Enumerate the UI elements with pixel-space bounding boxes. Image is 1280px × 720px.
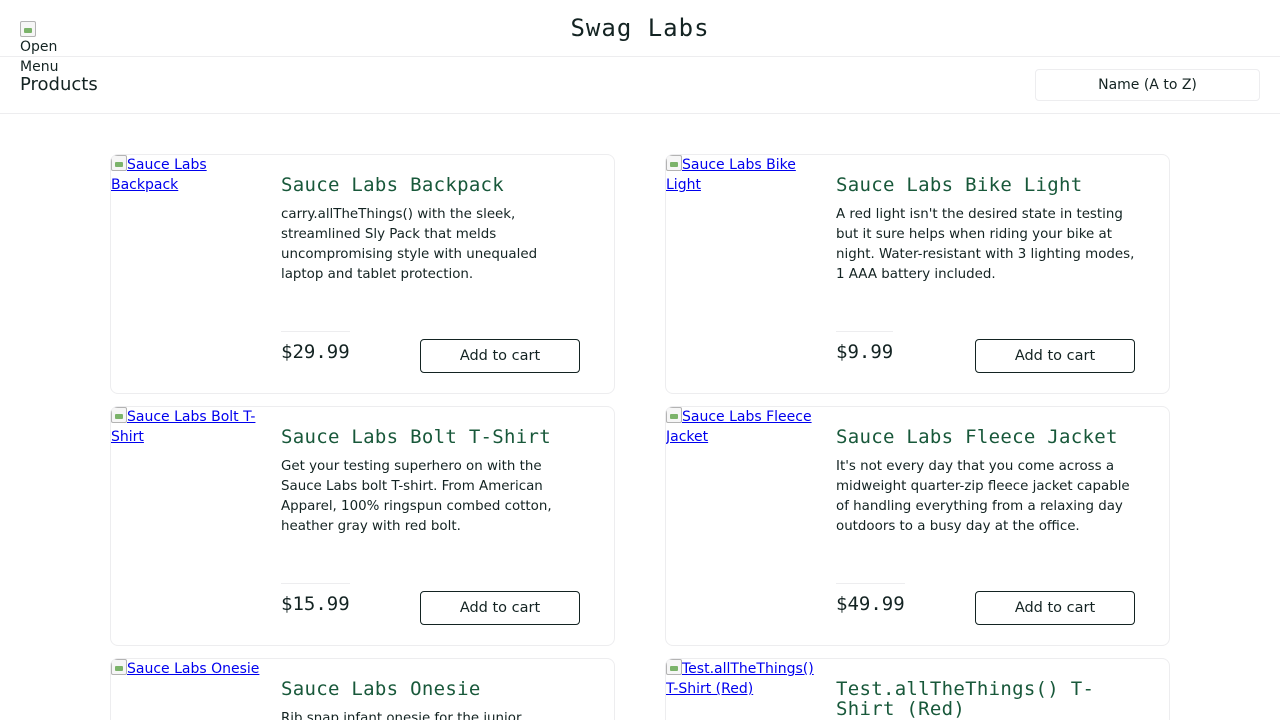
- inventory-item: Sauce Labs Bolt T-Shirt Sauce Labs Bolt …: [110, 406, 615, 646]
- product-price: $15.99: [281, 583, 350, 616]
- product-name-link[interactable]: Sauce Labs Onesie: [281, 679, 591, 699]
- product-image-alt: Sauce Labs Onesie: [127, 661, 260, 677]
- product-price: $29.99: [281, 331, 350, 364]
- add-to-cart-button[interactable]: Add to cart: [420, 339, 580, 373]
- sort-select[interactable]: Name (A to Z): [1035, 69, 1260, 101]
- inventory-item: Sauce Labs Fleece Jacket Sauce Labs Flee…: [665, 406, 1170, 646]
- product-image-icon: [666, 407, 682, 423]
- product-name-link[interactable]: Sauce Labs Bolt T-Shirt: [281, 427, 591, 447]
- product-image-link[interactable]: Test.allTheThings() T-Shirt (Red): [666, 659, 826, 699]
- product-image-icon: [666, 659, 682, 675]
- add-to-cart-button[interactable]: Add to cart: [975, 591, 1135, 625]
- product-name-link[interactable]: Test.allTheThings() T-Shirt (Red): [836, 679, 1136, 719]
- product-image-alt: Sauce Labs Bike Light: [666, 157, 796, 193]
- app-header: Open Menu Swag Labs: [0, 0, 1280, 75]
- secondary-header: Products Name (A to Z): [0, 57, 1280, 114]
- product-image-alt: Sauce Labs Fleece Jacket: [666, 409, 812, 445]
- product-image-icon: [111, 659, 127, 675]
- product-name-link[interactable]: Sauce Labs Bike Light: [836, 175, 1146, 195]
- inventory-item: Sauce Labs Bike Light Sauce Labs Bike Li…: [665, 154, 1170, 394]
- product-image-link[interactable]: Sauce Labs Onesie: [111, 659, 271, 679]
- product-description: Get your testing superhero on with the S…: [281, 459, 552, 534]
- inventory-item: Sauce Labs Onesie Sauce Labs Onesie Rib …: [110, 658, 615, 720]
- product-image-icon: [111, 155, 127, 171]
- product-image-alt: Sauce Labs Bolt T-Shirt: [111, 409, 256, 445]
- product-image-alt: Test.allTheThings() T-Shirt (Red): [666, 661, 814, 697]
- product-price: $9.99: [836, 331, 894, 364]
- inventory-item: Test.allTheThings() T-Shirt (Red) Test.a…: [665, 658, 1170, 720]
- inventory-item: Sauce Labs Backpack Sauce Labs Backpack …: [110, 154, 615, 394]
- page-title: Products: [20, 74, 98, 95]
- product-name-link[interactable]: Sauce Labs Backpack: [281, 175, 591, 195]
- product-description: Rib snap infant onesie for the junior: [281, 711, 522, 720]
- product-price: $49.99: [836, 583, 905, 616]
- product-name-link[interactable]: Sauce Labs Fleece Jacket: [836, 427, 1146, 447]
- product-description: carry.allTheThings() with the sleek, str…: [281, 207, 538, 282]
- add-to-cart-button[interactable]: Add to cart: [420, 591, 580, 625]
- product-description: It's not every day that you come across …: [836, 459, 1130, 534]
- add-to-cart-button[interactable]: Add to cart: [975, 339, 1135, 373]
- product-image-link[interactable]: Sauce Labs Backpack: [111, 155, 271, 195]
- product-image-icon: [111, 407, 127, 423]
- product-description: A red light isn't the desired state in t…: [836, 207, 1135, 282]
- product-image-link[interactable]: Sauce Labs Bike Light: [666, 155, 826, 195]
- product-image-icon: [666, 155, 682, 171]
- product-image-link[interactable]: Sauce Labs Bolt T-Shirt: [111, 407, 271, 447]
- product-image-link[interactable]: Sauce Labs Fleece Jacket: [666, 407, 826, 447]
- app-logo: Swag Labs: [570, 14, 710, 42]
